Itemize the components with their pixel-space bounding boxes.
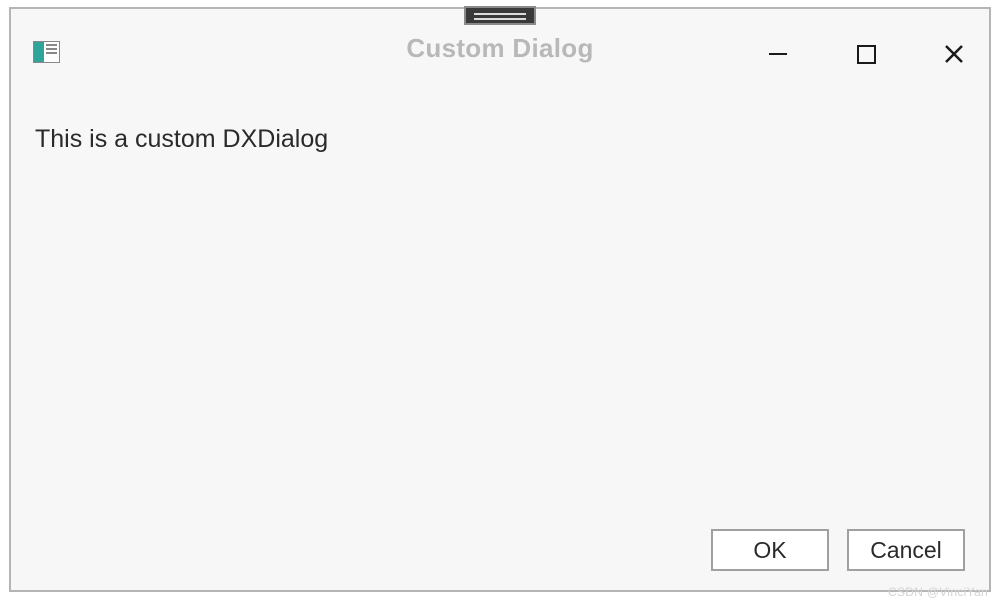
- dialog-message: This is a custom DXDialog: [35, 125, 965, 154]
- minimize-icon: [768, 44, 788, 64]
- titlebar: Custom Dialog: [11, 9, 989, 65]
- dialog-window: Custom Dialog This is a custom DXDialog: [9, 7, 991, 592]
- ok-button[interactable]: OK: [711, 529, 829, 571]
- close-button[interactable]: [939, 39, 969, 69]
- minimize-button[interactable]: [763, 39, 793, 69]
- app-icon-accent: [34, 42, 44, 62]
- app-icon: [33, 41, 60, 63]
- app-icon-lines: [44, 42, 59, 62]
- cancel-button[interactable]: Cancel: [847, 529, 965, 571]
- dialog-footer: OK Cancel: [711, 529, 965, 571]
- watermark: CSDN @VinciYan: [888, 585, 988, 599]
- dialog-content: This is a custom DXDialog: [11, 65, 989, 154]
- close-icon: [944, 44, 964, 64]
- maximize-button[interactable]: [851, 39, 881, 69]
- maximize-icon: [857, 45, 876, 64]
- window-controls: [763, 39, 969, 69]
- window-title: Custom Dialog: [406, 33, 593, 64]
